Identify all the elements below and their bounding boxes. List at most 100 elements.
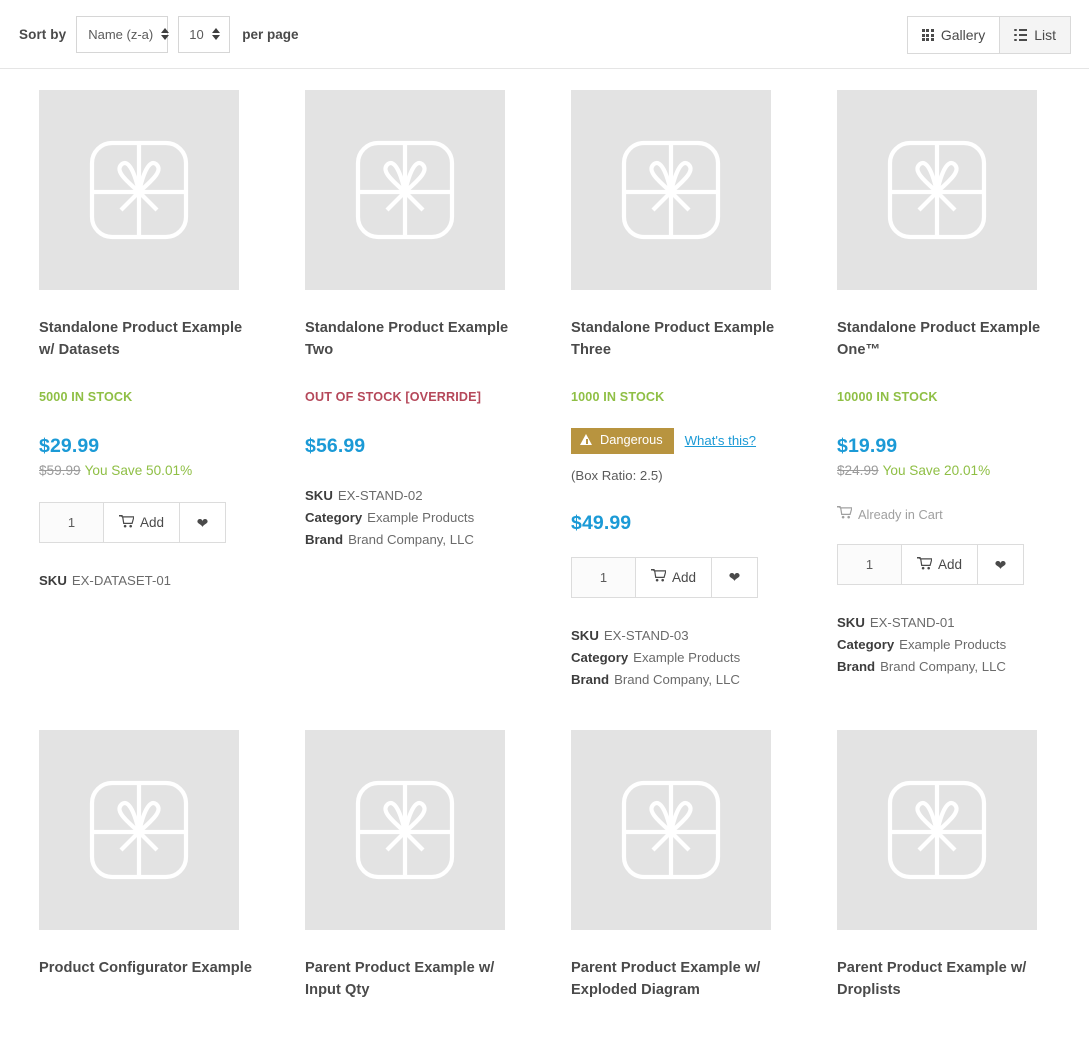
meta-category-label: Category [571, 649, 629, 665]
gift-box-placeholder-icon [877, 130, 997, 250]
product-meta: SKU EX-STAND-03 Category Example Products Br… [571, 625, 810, 691]
product-title[interactable]: Standalone Product Example w/ Datasets [39, 317, 254, 361]
price-comparison: $24.99 You Save 20.01% [837, 461, 1076, 480]
product-badge-row: Dangerous What's this? [571, 428, 810, 454]
listing-toolbar: Sort by Name (z-a) 10 per page Gallery L… [0, 0, 1089, 69]
heart-icon: ❤ [196, 514, 209, 531]
list-view-label: List [1034, 27, 1056, 43]
meta-brand-value[interactable]: Brand Company, LLC [348, 532, 474, 547]
meta-category: Category Example Products [837, 634, 1076, 656]
list-view-button[interactable]: List [1000, 16, 1071, 54]
product-price: $56.99 [305, 435, 366, 457]
add-to-cart-label: Add [139, 515, 165, 530]
meta-category: Category Example Products [571, 647, 810, 669]
meta-category-label: Category [837, 637, 895, 652]
sort-by-value: Name (z-a) [88, 26, 154, 42]
gift-box-placeholder-icon [79, 770, 199, 890]
product-card: Standalone Product Example w/ Datasets 50… [39, 90, 305, 691]
add-to-cart-button[interactable]: Add [104, 502, 180, 543]
quantity-input[interactable] [837, 544, 902, 585]
product-grid: Standalone Product Example w/ Datasets 50… [0, 69, 1089, 691]
product-thumbnail[interactable] [837, 729, 1037, 930]
meta-category-value[interactable]: Example Products [633, 650, 740, 665]
view-mode-toggle: Gallery List [906, 16, 1071, 54]
meta-category: Category Example Products [305, 507, 544, 529]
product-card: Product Configurator Example [39, 729, 305, 1001]
cart-icon [650, 568, 667, 585]
savings-text: You Save 50.01% [84, 463, 193, 478]
product-thumbnail[interactable] [305, 90, 505, 290]
price-block: $29.99 $59.99 You Save 50.01% [39, 434, 278, 480]
quantity-input[interactable] [571, 556, 636, 598]
warning-triangle-icon [580, 434, 593, 446]
chevron-updown-icon [161, 27, 170, 41]
cart-icon [916, 555, 933, 573]
gift-box-placeholder-icon [345, 130, 465, 250]
product-title[interactable]: Parent Product Example w/ Input Qty [305, 957, 520, 1001]
meta-sku: SKU EX-STAND-03 [571, 625, 810, 647]
product-gallery-page: Sort by Name (z-a) 10 per page Gallery L… [0, 0, 1089, 1047]
meta-brand-value[interactable]: Brand Company, LLC [880, 659, 1006, 674]
meta-sku: SKU EX-STAND-02 [305, 485, 544, 507]
meta-sku-value: EX-STAND-01 [869, 615, 955, 630]
chevron-updown-icon [212, 27, 221, 41]
product-card: Parent Product Example w/ Input Qty [305, 729, 571, 1001]
gift-box-placeholder-icon [79, 130, 199, 250]
stock-status: 1000 IN STOCK [571, 390, 665, 404]
product-thumbnail[interactable] [571, 729, 771, 930]
add-to-wishlist-button[interactable]: ❤ [180, 502, 226, 543]
add-to-cart-button[interactable]: Add [902, 544, 978, 585]
product-meta: SKU EX-STAND-02 Category Example Products Br… [305, 485, 544, 551]
product-title[interactable]: Standalone Product Example Three [571, 317, 786, 361]
price-block: $56.99 [305, 434, 544, 458]
product-grid-row-2: Product Configurator Example Parent Produ… [0, 691, 1089, 1001]
grid-icon [921, 28, 934, 42]
product-card: Parent Product Example w/ Droplists [837, 729, 1089, 1001]
quantity-input[interactable] [39, 502, 104, 543]
gallery-view-label: Gallery [940, 27, 986, 43]
product-thumbnail[interactable] [837, 90, 1037, 290]
gallery-view-button[interactable]: Gallery [906, 16, 1001, 54]
add-to-wishlist-button[interactable]: ❤ [712, 556, 758, 598]
list-icon [1014, 29, 1027, 42]
sort-by-select[interactable]: Name (z-a) [76, 15, 170, 53]
product-card: Standalone Product Example One™ 10000 IN … [836, 90, 1089, 691]
meta-category-value[interactable]: Example Products [367, 510, 474, 525]
product-title[interactable]: Product Configurator Example [39, 957, 254, 979]
original-price: $24.99 [837, 463, 879, 478]
meta-brand-label: Brand [305, 532, 344, 547]
product-title[interactable]: Parent Product Example w/ Exploded Diagr… [571, 957, 786, 1001]
product-title[interactable]: Standalone Product Example One™ [837, 317, 1052, 361]
product-meta: SKU EX-DATASET-01 [39, 570, 278, 592]
meta-sku-label: SKU [571, 627, 599, 643]
product-card: Standalone Product Example Two OUT OF STO… [305, 90, 571, 691]
per-page-select[interactable]: 10 [178, 15, 231, 53]
meta-sku-value: EX-DATASET-01 [71, 573, 172, 588]
gift-box-placeholder-icon [611, 770, 731, 890]
add-to-cart-row: Add ❤ [571, 556, 758, 598]
add-to-wishlist-button[interactable]: ❤ [978, 544, 1024, 585]
product-thumbnail[interactable] [39, 729, 239, 930]
gift-box-placeholder-icon [611, 130, 731, 250]
meta-category-value[interactable]: Example Products [899, 637, 1006, 652]
price-block: $19.99 $24.99 You Save 20.01% [837, 434, 1076, 480]
product-price: $29.99 [39, 435, 100, 457]
product-thumbnail[interactable] [305, 729, 505, 930]
product-title[interactable]: Standalone Product Example Two [305, 317, 520, 361]
product-thumbnail[interactable] [571, 90, 771, 290]
meta-brand-label: Brand [837, 659, 876, 674]
whats-this-link[interactable]: What's this? [685, 433, 756, 448]
original-price: $59.99 [39, 463, 81, 478]
cart-icon [836, 505, 853, 522]
meta-brand: Brand Brand Company, LLC [305, 529, 544, 551]
price-block: $49.99 [571, 511, 810, 535]
product-title[interactable]: Parent Product Example w/ Droplists [837, 957, 1052, 1001]
meta-brand-value[interactable]: Brand Company, LLC [614, 672, 740, 687]
add-to-cart-label: Add [937, 557, 963, 572]
meta-sku-label: SKU [305, 488, 333, 503]
add-to-cart-button[interactable]: Add [636, 556, 712, 598]
meta-brand: Brand Brand Company, LLC [571, 669, 810, 691]
product-thumbnail[interactable] [39, 90, 239, 290]
meta-sku: SKU EX-STAND-01 [837, 612, 1076, 634]
dangerous-badge-label: Dangerous [600, 432, 663, 447]
